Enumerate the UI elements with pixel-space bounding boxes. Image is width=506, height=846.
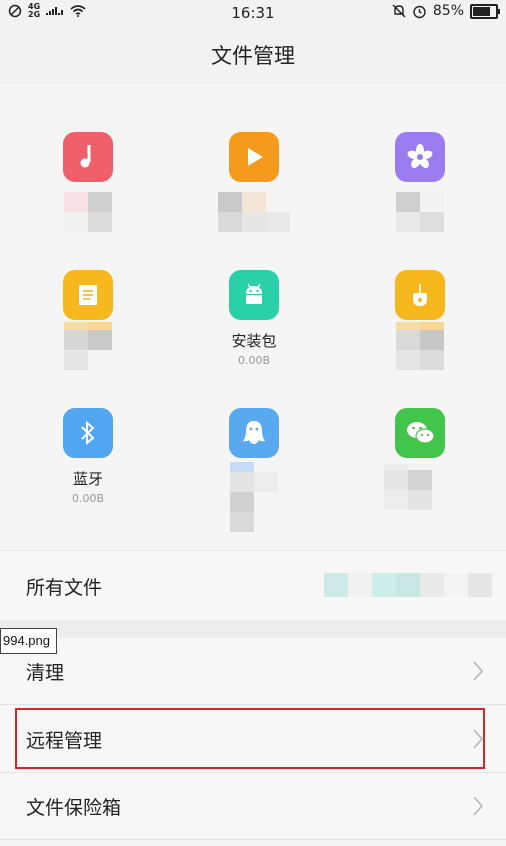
mute-bell-icon: [392, 4, 406, 18]
android-icon: [229, 270, 279, 320]
usb-drive-icon: [395, 270, 445, 320]
category-usb-storage[interactable]: [360, 270, 480, 370]
category-documents[interactable]: [28, 270, 148, 370]
alarm-clock-icon: [413, 5, 426, 18]
music-note-icon: [63, 132, 113, 182]
flower-icon: [395, 132, 445, 182]
section-divider: [0, 620, 506, 638]
category-size: 0.00B: [71, 492, 105, 505]
category-grid: 安装包 0.00B 蓝牙 0.00B: [0, 84, 506, 550]
blurred-label: [230, 462, 278, 532]
chevron-right-icon: [473, 729, 484, 749]
status-bar: 4G 2G 16:31 85%: [0, 0, 506, 26]
menu-item-remote-management[interactable]: 远程管理: [0, 706, 506, 773]
category-video[interactable]: [194, 132, 314, 232]
category-label: 蓝牙: [72, 470, 103, 488]
category-size: 0.00B: [237, 354, 271, 367]
status-right: 85%: [392, 3, 500, 19]
battery-percent: 85%: [432, 3, 464, 19]
blurred-storage-info: [324, 573, 492, 597]
battery-icon: [470, 3, 500, 19]
menu-item-label: 文件保险箱: [26, 797, 122, 819]
menu-item-file-safe[interactable]: 文件保险箱: [0, 773, 506, 840]
category-bluetooth[interactable]: 蓝牙 0.00B: [28, 408, 148, 505]
menu-item-label: 清理: [26, 662, 65, 684]
category-photos[interactable]: [360, 132, 480, 232]
blurred-label: [64, 192, 112, 232]
blurred-label: [384, 464, 456, 510]
menu-item-label: 远程管理: [26, 730, 103, 752]
title-bar: 文件管理: [0, 26, 506, 85]
blurred-label: [64, 322, 112, 370]
qq-penguin-icon: [229, 408, 279, 458]
blurred-label: [396, 322, 444, 370]
page-title: 文件管理: [211, 44, 295, 68]
category-label: 安装包: [231, 332, 277, 350]
chevron-right-icon: [473, 661, 484, 681]
menu-item-clean[interactable]: 清理: [0, 638, 506, 705]
bluetooth-icon: [63, 408, 113, 458]
battery-level-fill: [473, 6, 490, 16]
category-music[interactable]: [28, 132, 148, 232]
blurred-label: [396, 192, 444, 232]
document-icon: [63, 270, 113, 320]
category-qq[interactable]: [194, 408, 314, 532]
play-icon: [229, 132, 279, 182]
wechat-icon: [395, 408, 445, 458]
category-wechat[interactable]: [360, 408, 480, 510]
chevron-right-icon: [473, 796, 484, 816]
category-install-packages[interactable]: 安装包 0.00B: [194, 270, 314, 367]
all-files-label: 所有文件: [26, 577, 103, 599]
blurred-label: [218, 192, 290, 232]
all-files-row[interactable]: 所有文件: [0, 550, 506, 621]
filename-tooltip: 994.png: [0, 628, 57, 654]
